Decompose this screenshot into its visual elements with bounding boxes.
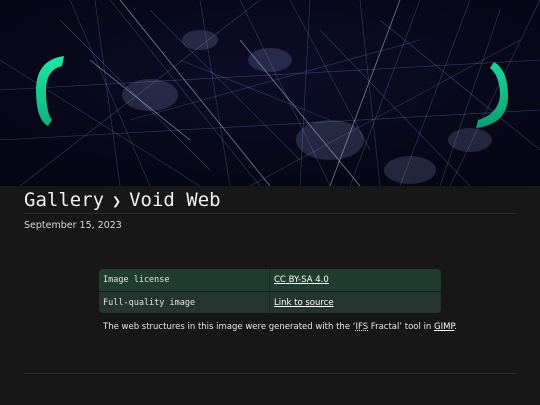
ifs-abbreviation: IFS [355,322,369,332]
post-date: September 15, 2023 [24,220,122,231]
footer-divider [24,373,516,374]
image-info-table: Image license CC BY-SA 4.0 Full-quality … [99,269,441,313]
gimp-link[interactable]: GIMP [434,322,454,332]
breadcrumb-gallery-link[interactable]: Gallery [24,191,104,210]
image-caption: The web structures in this image were ge… [103,322,457,332]
hero-image [0,0,540,186]
void-web-artwork [0,0,540,186]
chevron-right-icon: ❯ [112,192,122,210]
full-image-label: Full-quality image [99,292,270,313]
license-link[interactable]: CC BY-SA 4.0 [274,275,329,285]
page-title: Gallery ❯ Void Web [24,188,516,214]
table-row: Full-quality image Link to source [99,291,441,313]
license-label: Image license [99,269,270,291]
breadcrumb-current: Void Web [129,189,221,211]
source-link[interactable]: Link to source [274,298,334,308]
table-row: Image license CC BY-SA 4.0 [99,269,441,291]
